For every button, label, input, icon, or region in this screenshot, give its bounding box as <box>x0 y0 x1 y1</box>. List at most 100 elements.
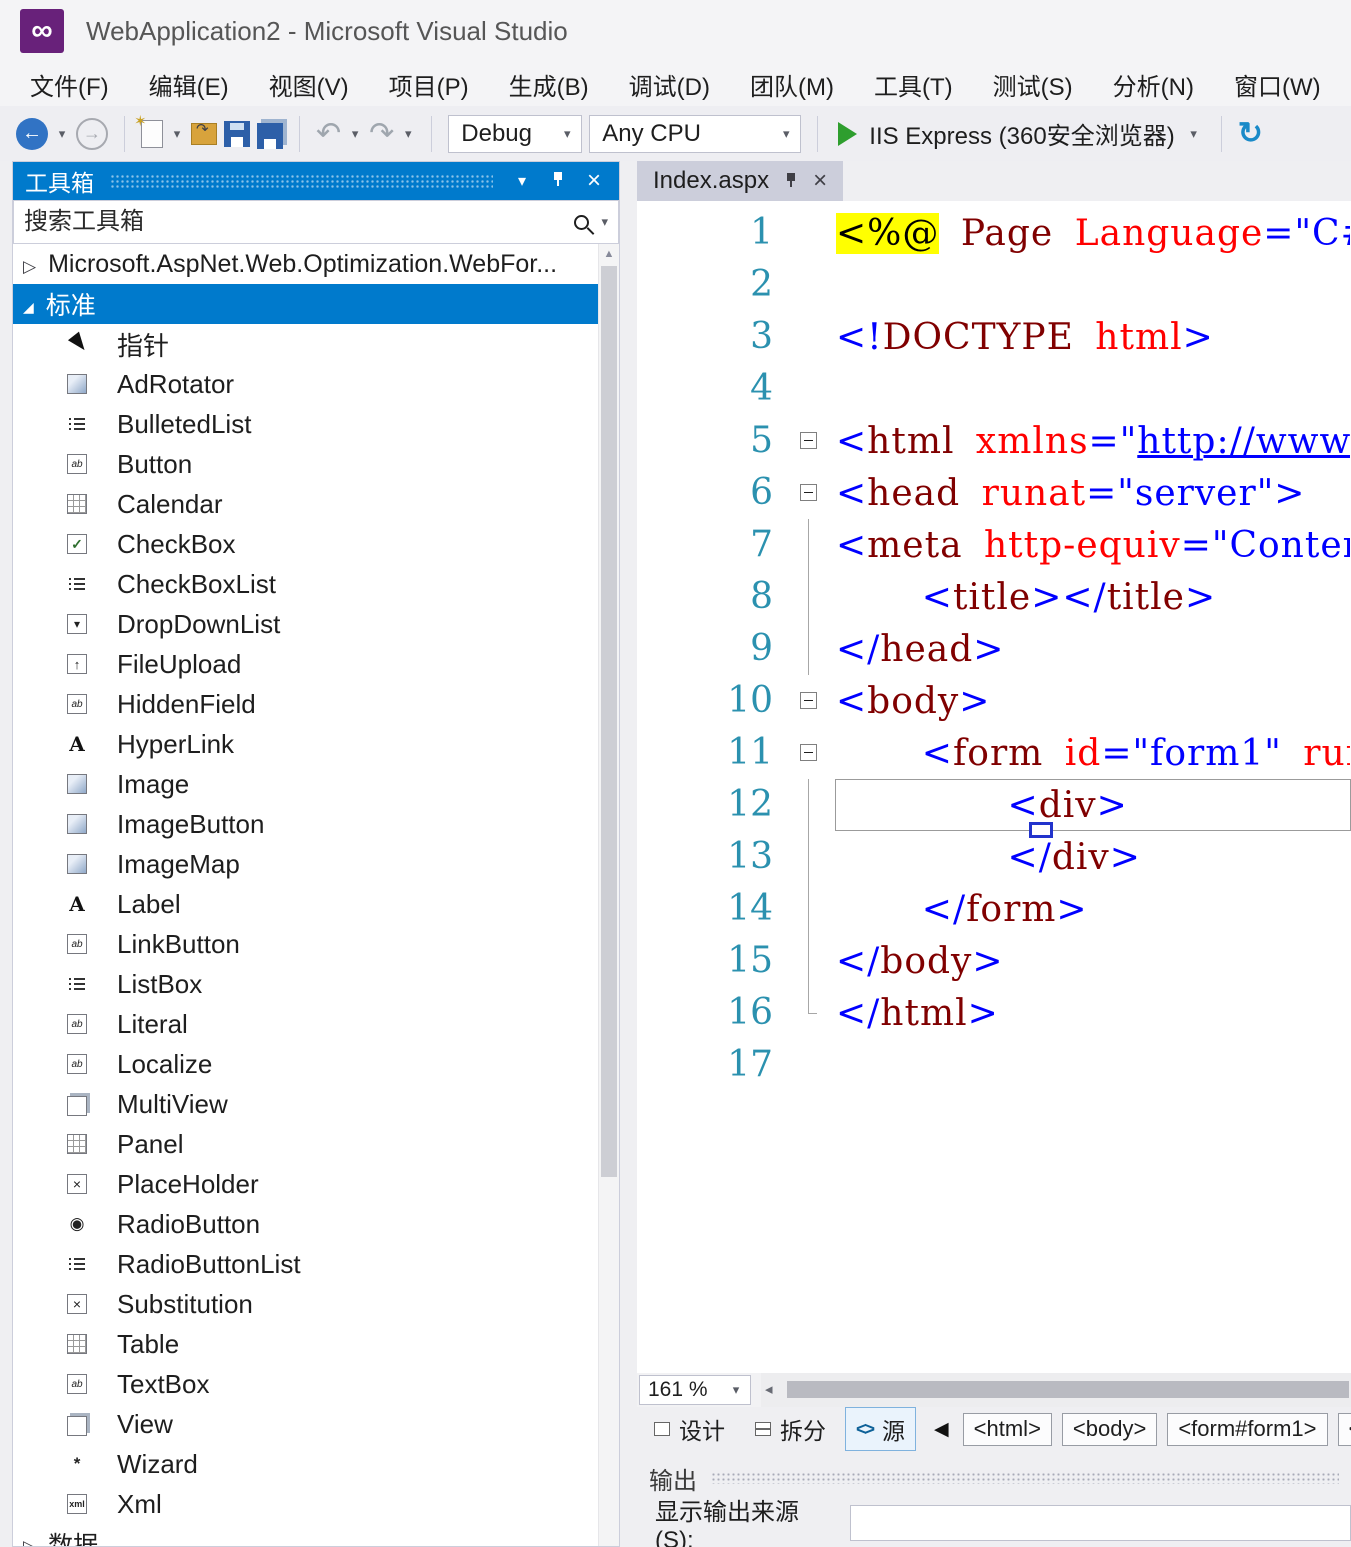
save-button[interactable] <box>224 121 250 147</box>
code-line[interactable]: 13 </div> <box>637 831 1351 883</box>
scroll-left-icon[interactable] <box>765 1380 773 1398</box>
breadcrumb-tag[interactable]: <html> <box>963 1413 1052 1446</box>
scrollbar-thumb[interactable] <box>787 1381 1349 1398</box>
toolbox-item[interactable]: AdRotator <box>13 364 619 404</box>
menu-item[interactable]: 工具(T) <box>854 62 973 106</box>
menu-item[interactable]: 文件(F) <box>10 62 129 106</box>
scrollbar-thumb[interactable] <box>601 266 617 1177</box>
chevron-down-icon[interactable] <box>601 214 608 230</box>
collapse-box-icon[interactable] <box>800 744 817 761</box>
code-line[interactable]: 5<html xmlns="http://www.w3 <box>637 415 1351 467</box>
code-line[interactable]: 9</head> <box>637 623 1351 675</box>
toolbox-group-optimization[interactable]: Microsoft.AspNet.Web.Optimization.WebFor… <box>13 244 619 284</box>
close-icon[interactable] <box>581 167 607 195</box>
toolbox-item[interactable]: Calendar <box>13 484 619 524</box>
chevron-down-icon[interactable] <box>55 126 69 142</box>
code-line[interactable]: 11 <form id="form1" runat= <box>637 727 1351 779</box>
menu-item[interactable]: 编辑(E) <box>129 62 249 106</box>
chevron-down-icon[interactable] <box>348 126 362 142</box>
collapse-box-icon[interactable] <box>800 432 817 449</box>
output-source-select[interactable] <box>850 1505 1351 1541</box>
toolbox-item[interactable]: View <box>13 1404 619 1444</box>
chevron-down-icon[interactable] <box>170 126 184 142</box>
code-line[interactable]: 3<!DOCTYPE html> <box>637 311 1351 363</box>
menu-item[interactable]: 视图(V) <box>249 62 369 106</box>
menu-item[interactable]: 项目(P) <box>369 62 489 106</box>
toolbox-item[interactable]: abHiddenField <box>13 684 619 724</box>
toolbox-item[interactable]: BulletedList <box>13 404 619 444</box>
pin-icon[interactable] <box>785 167 797 195</box>
menu-item[interactable]: 生成(B) <box>489 62 609 106</box>
add-item-button[interactable] <box>191 123 217 145</box>
code-line[interactable]: 15</body> <box>637 935 1351 987</box>
menu-item[interactable]: 调试(D) <box>609 62 730 106</box>
code-editor[interactable]: 1<%@ Page Language="C#" AutoEv23<!DOCTYP… <box>637 201 1351 1373</box>
menu-item[interactable]: 分析(N) <box>1093 62 1214 106</box>
toolbox-item[interactable]: 指针 <box>13 324 619 364</box>
toolbox-item[interactable]: Panel <box>13 1124 619 1164</box>
undo-button[interactable] <box>316 119 341 149</box>
chevron-down-icon[interactable] <box>509 171 535 191</box>
new-file-button[interactable] <box>141 120 163 148</box>
toolbox-item[interactable]: abLiteral <box>13 1004 619 1044</box>
collapse-box-icon[interactable] <box>800 484 817 501</box>
save-all-button[interactable] <box>257 123 283 149</box>
toolbox-item[interactable]: ImageButton <box>13 804 619 844</box>
collapsed-arrow-icon[interactable] <box>23 1530 36 1547</box>
horizontal-scrollbar[interactable] <box>761 1373 1351 1407</box>
design-view-button[interactable]: 设计 <box>643 1407 736 1451</box>
code-line[interactable]: 8 <title></title> <box>637 571 1351 623</box>
back-button[interactable] <box>16 118 48 150</box>
toolbox-item[interactable]: Table <box>13 1324 619 1364</box>
scroll-up-icon[interactable] <box>599 244 619 264</box>
code-line[interactable]: 1<%@ Page Language="C#" AutoEv <box>637 207 1351 259</box>
toolbox-item[interactable]: abButton <box>13 444 619 484</box>
code-line[interactable]: 12 <div> <box>637 779 1351 831</box>
chevron-down-icon[interactable] <box>401 126 415 142</box>
split-view-button[interactable]: 拆分 <box>744 1407 837 1451</box>
toolbox-item[interactable]: abLinkButton <box>13 924 619 964</box>
pin-icon[interactable] <box>545 171 571 192</box>
toolbox-item[interactable]: ×Substitution <box>13 1284 619 1324</box>
collapsed-arrow-icon[interactable] <box>23 250 36 279</box>
close-icon[interactable] <box>813 167 827 195</box>
toolbox-item[interactable]: ↑FileUpload <box>13 644 619 684</box>
toolbox-scrollbar[interactable] <box>598 244 619 1546</box>
toolbox-item[interactable]: MultiView <box>13 1084 619 1124</box>
zoom-select[interactable]: 161 % <box>639 1375 751 1405</box>
code-line[interactable]: 2 <box>637 259 1351 311</box>
redo-button[interactable] <box>369 119 394 149</box>
toolbox-item[interactable]: xmlXml <box>13 1484 619 1524</box>
tab-index-aspx[interactable]: Index.aspx <box>637 161 843 201</box>
toolbox-header[interactable]: 工具箱 <box>13 162 619 200</box>
search-input[interactable] <box>14 208 574 236</box>
toolbox-item[interactable]: *Wizard <box>13 1444 619 1484</box>
forward-button[interactable] <box>76 118 108 150</box>
toolbox-item[interactable]: ▾DropDownList <box>13 604 619 644</box>
expanded-arrow-icon[interactable] <box>23 290 34 319</box>
code-line[interactable]: 6<head runat="server"> <box>637 467 1351 519</box>
toolbox-group-data[interactable]: 数据 <box>13 1524 619 1546</box>
breadcrumb-tag[interactable]: <form#form1> <box>1167 1413 1327 1446</box>
toolbox-item[interactable]: AHyperLink <box>13 724 619 764</box>
run-button[interactable]: IIS Express (360安全浏览器) <box>834 116 1204 151</box>
code-line[interactable]: 7<meta http-equiv="Content- <box>637 519 1351 571</box>
chevron-down-icon[interactable] <box>1187 126 1201 142</box>
breadcrumb-scroll-left[interactable] <box>934 1418 949 1441</box>
code-line[interactable]: 17 <box>637 1039 1351 1091</box>
debug-config-select[interactable]: Debug <box>448 115 582 153</box>
toolbox-item[interactable]: ListBox <box>13 964 619 1004</box>
refresh-icon[interactable] <box>1238 116 1263 151</box>
code-line[interactable]: 14 </form> <box>637 883 1351 935</box>
toolbox-item[interactable]: abTextBox <box>13 1364 619 1404</box>
toolbox-item[interactable]: ◉RadioButton <box>13 1204 619 1244</box>
code-line[interactable]: 10<body> <box>637 675 1351 727</box>
breadcrumb-tag[interactable]: <div> <box>1338 1413 1351 1446</box>
toolbox-item[interactable]: ✓CheckBox <box>13 524 619 564</box>
code-line[interactable]: 4 <box>637 363 1351 415</box>
toolbox-item[interactable]: CheckBoxList <box>13 564 619 604</box>
menu-item[interactable]: 团队(M) <box>730 62 854 106</box>
platform-select[interactable]: Any CPU <box>589 115 801 153</box>
toolbox-item[interactable]: ImageMap <box>13 844 619 884</box>
menu-item[interactable]: 窗口(W) <box>1214 62 1341 106</box>
